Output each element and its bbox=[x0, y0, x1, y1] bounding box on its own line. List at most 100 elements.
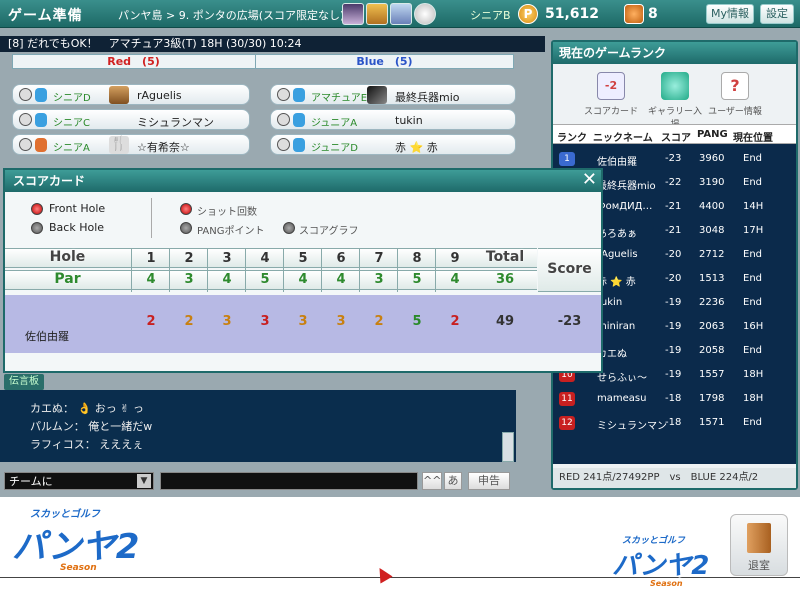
user-info-tool[interactable]: ? ユーザー情報 bbox=[705, 72, 765, 117]
hole-par: 4 bbox=[450, 272, 460, 287]
member-avatar-icon[interactable] bbox=[414, 3, 436, 25]
scorecard-player-name: 佐伯由羅 bbox=[25, 330, 69, 343]
player-slot[interactable]: ジュニアA tukin bbox=[270, 109, 516, 130]
scorecard-icon: -2 bbox=[597, 72, 625, 100]
shots-radio[interactable] bbox=[180, 203, 192, 215]
hole-par: 4 bbox=[336, 272, 346, 287]
score-graph-radio[interactable] bbox=[283, 222, 295, 234]
front-hole-radio[interactable] bbox=[31, 203, 43, 215]
rank-row[interactable]: 12 ミシュランマン -18 1571 End bbox=[553, 412, 796, 436]
shots-label: ショット回数 bbox=[197, 207, 257, 218]
player-slot[interactable]: シニアA 🍴 ☆有希奈☆ bbox=[12, 134, 250, 155]
close-icon[interactable]: ✕ bbox=[582, 170, 597, 190]
ready-icon bbox=[277, 138, 290, 151]
chat-input[interactable] bbox=[160, 472, 418, 490]
divider bbox=[151, 198, 152, 238]
rank-position: 16H bbox=[743, 321, 764, 332]
game-logo: パンヤ2 bbox=[12, 527, 140, 567]
member-avatar-icon[interactable] bbox=[366, 3, 388, 25]
game-logo: パンヤ2 bbox=[612, 551, 710, 581]
user-info-tool-label: ユーザー情報 bbox=[708, 107, 762, 117]
emoticon-button[interactable]: ^^ bbox=[422, 472, 442, 490]
rank-score: -21 bbox=[665, 225, 682, 236]
chat-line: ラフィコス： えええぇ bbox=[30, 438, 144, 451]
logo-season: Season bbox=[60, 563, 97, 573]
rank-position: 18H bbox=[743, 369, 764, 380]
gallery-tool[interactable]: ギャラリー入場 bbox=[645, 72, 705, 130]
rank-pang: 1798 bbox=[699, 393, 725, 404]
room-info: [8] だれでもOK！ アマチュア3級(T) 18H (30/30) 10:24 bbox=[0, 36, 545, 52]
ime-toggle-button[interactable]: あ bbox=[444, 472, 462, 490]
player-slot[interactable]: シニアD rAguelis bbox=[12, 84, 250, 105]
rank-score: -19 bbox=[665, 345, 682, 356]
top-bar: ゲーム準備 パンヤ島 > 9. ポンタの広場(スコア限定なし) シニアB P 5… bbox=[0, 0, 800, 28]
hole-strokes: 3 bbox=[298, 314, 308, 329]
screen-title: ゲーム準備 bbox=[8, 8, 83, 24]
rank-panel-title: 現在のゲームランク bbox=[553, 42, 796, 64]
rank-score: -19 bbox=[665, 297, 682, 308]
bottom-bar: スカッとゴルフ パンヤ2 Season スカッとゴルフ パンヤ2 Season bbox=[0, 497, 800, 600]
scorecard-tool[interactable]: -2 スコアカード bbox=[581, 72, 641, 117]
exit-label: 退室 bbox=[748, 559, 770, 572]
col-position: 現在位置 bbox=[733, 133, 773, 144]
hole-number: 2 bbox=[184, 251, 194, 266]
rank-pang: 2063 bbox=[699, 321, 725, 332]
rank-badge: 12 bbox=[559, 416, 575, 430]
team-headers: Red (5) Blue (5) bbox=[12, 54, 514, 69]
player-slot[interactable]: シニアC ミシュランマン bbox=[12, 109, 250, 130]
rank-position: End bbox=[743, 177, 763, 188]
settings-button[interactable]: 設定 bbox=[760, 4, 794, 24]
ready-icon bbox=[19, 113, 32, 126]
rank-position: 18H bbox=[743, 393, 764, 404]
logo-tagline: スカッとゴルフ bbox=[30, 509, 100, 520]
hole-label: Hole bbox=[49, 249, 86, 265]
column-divider bbox=[245, 248, 246, 292]
rank-position: End bbox=[743, 345, 763, 356]
rank-row[interactable]: 11 mameasu -18 1798 18H bbox=[553, 388, 796, 412]
player-rank: アマチュアE bbox=[311, 93, 368, 104]
rank-name: 佐伯由羅 bbox=[597, 157, 637, 168]
rank-name: 最終兵器mio bbox=[597, 181, 656, 192]
rank-name: mameasu bbox=[597, 393, 647, 404]
member-avatar-icon[interactable] bbox=[390, 3, 412, 25]
team-red-header: Red (5) bbox=[107, 55, 160, 68]
message-board-label: 伝言板 bbox=[4, 374, 44, 390]
par-label: Par bbox=[54, 271, 81, 287]
team-score-footer: RED 241点/27492PP vs BLUE 224点/2 bbox=[553, 468, 796, 488]
hole-number: 9 bbox=[450, 251, 460, 266]
hole-number: 5 bbox=[298, 251, 308, 266]
score-label: Score bbox=[547, 261, 592, 277]
member-avatar-icon[interactable] bbox=[342, 3, 364, 25]
chat-channel-select[interactable]: チームに ▼ bbox=[4, 472, 154, 490]
chat-line: パルムン： 俺と一緒だw bbox=[30, 420, 153, 433]
rank-pang: 3048 bbox=[699, 225, 725, 236]
my-info-button[interactable]: My情報 bbox=[706, 4, 754, 24]
hole-number: 1 bbox=[146, 251, 156, 266]
hole-par: 5 bbox=[260, 272, 270, 287]
column-divider bbox=[169, 248, 170, 292]
hole-strokes: 2 bbox=[374, 314, 384, 329]
player-name: 最終兵器mio bbox=[395, 91, 460, 104]
player-slot[interactable]: ジュニアD 赤 ⭐ 赤 bbox=[270, 134, 516, 155]
rank-pang: 1571 bbox=[699, 417, 725, 428]
total-label: Total bbox=[485, 249, 525, 265]
hole-strokes: 3 bbox=[336, 314, 346, 329]
hole-par: 5 bbox=[412, 272, 422, 287]
hole-par: 4 bbox=[146, 272, 156, 287]
player-slot[interactable]: アマチュアE 最終兵器mio bbox=[270, 84, 516, 105]
rank-position: End bbox=[743, 249, 763, 260]
report-button[interactable]: 申告 bbox=[468, 472, 510, 490]
rank-pang: 1557 bbox=[699, 369, 725, 380]
rank-position: 14H bbox=[743, 201, 764, 212]
column-divider bbox=[131, 248, 132, 292]
pang-points-radio[interactable] bbox=[180, 222, 192, 234]
chat-scrollbar[interactable] bbox=[502, 432, 514, 462]
back-hole-radio[interactable] bbox=[31, 222, 43, 234]
rank-pang: 1513 bbox=[699, 273, 725, 284]
par-total: 36 bbox=[495, 272, 515, 287]
column-divider bbox=[283, 248, 284, 292]
pang-balance: 51,612 bbox=[545, 6, 600, 22]
exit-room-button[interactable]: 退室 bbox=[730, 514, 788, 576]
player-avatar-icon bbox=[367, 86, 387, 104]
rank-pang: 2058 bbox=[699, 345, 725, 356]
